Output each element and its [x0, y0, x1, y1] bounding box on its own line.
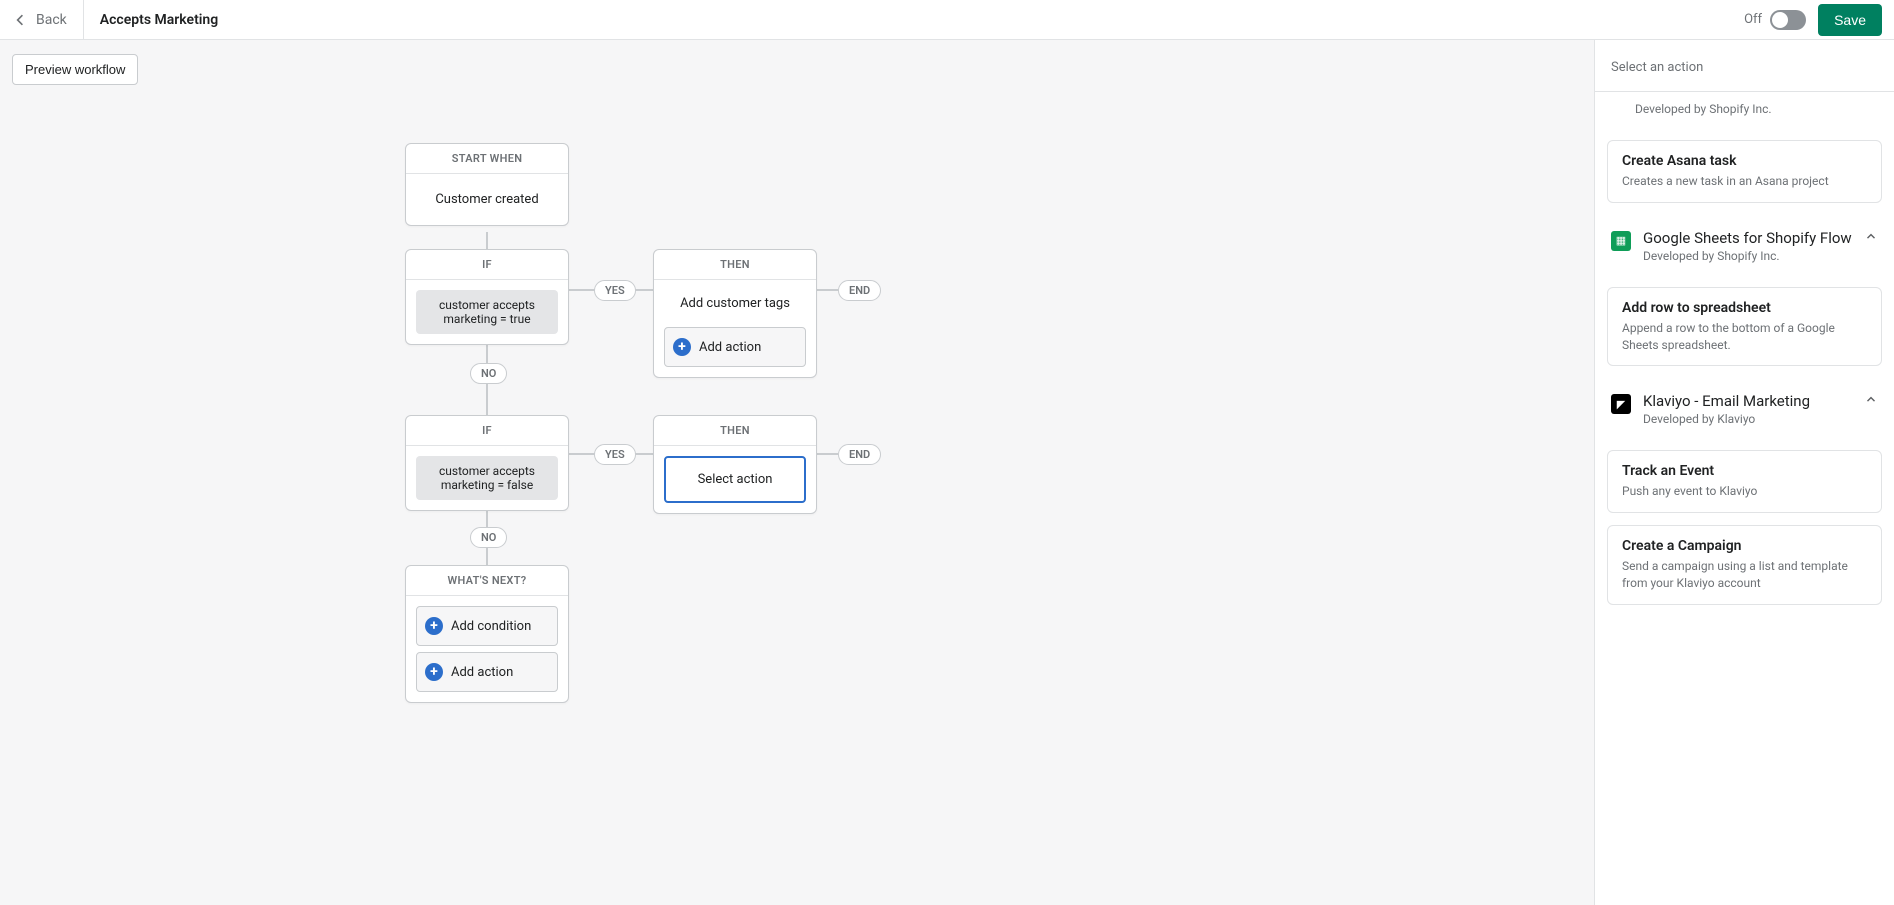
action-card-asana[interactable]: Create Asana task Creates a new task in … — [1607, 140, 1882, 203]
back-label: Back — [36, 12, 67, 28]
then-node-1-body: Add customer tags + Add action — [654, 280, 816, 377]
whats-next-header: WHAT'S NEXT? — [406, 566, 568, 596]
then-node-2[interactable]: THEN Select action — [653, 415, 817, 514]
end-pill-2: END — [838, 444, 881, 465]
sheets-title: Google Sheets for Shopify Flow — [1643, 229, 1852, 247]
action-card-track-event[interactable]: Track an Event Push any event to Klaviyo — [1607, 450, 1882, 513]
klaviyo-group-main: Klaviyo - Email Marketing Developed by K… — [1643, 392, 1852, 426]
add-row-desc: Append a row to the bottom of a Google S… — [1622, 320, 1867, 354]
plus-icon: + — [425, 663, 443, 681]
top-dev-label: Developed by Shopify Inc. — [1595, 92, 1894, 128]
chevron-up-icon — [1864, 392, 1878, 410]
add-action-button-1[interactable]: + Add action — [664, 327, 806, 367]
create-campaign-desc: Send a campaign using a list and templat… — [1622, 558, 1867, 592]
condition-chip-1: customer accepts marketing = true — [416, 290, 558, 334]
group-header-sheets[interactable]: ▦ Google Sheets for Shopify Flow Develop… — [1595, 215, 1894, 275]
then-node-2-body: Select action — [654, 446, 816, 513]
main: Preview workflow START WHEN Customer cre… — [0, 40, 1894, 905]
plus-icon: + — [425, 617, 443, 635]
sheets-sub: Developed by Shopify Inc. — [1643, 249, 1852, 263]
then-node-1[interactable]: THEN Add customer tags + Add action — [653, 249, 817, 378]
arrow-left-icon — [12, 12, 28, 28]
then-node-1-header: THEN — [654, 250, 816, 280]
klaviyo-icon: ◤ — [1611, 394, 1631, 414]
if-node-1[interactable]: IF customer accepts marketing = true — [405, 249, 569, 345]
then-node-1-action: Add customer tags — [664, 290, 806, 321]
top-bar: Back Accepts Marketing Off Save — [0, 0, 1894, 40]
status-toggle-wrap: Off — [1744, 10, 1806, 30]
add-action-label: Add action — [451, 665, 513, 680]
start-node-header: START WHEN — [406, 144, 568, 174]
select-action-button[interactable]: Select action — [664, 456, 806, 503]
add-condition-label: Add condition — [451, 619, 531, 634]
google-sheets-icon: ▦ — [1611, 231, 1631, 251]
back-button[interactable]: Back — [12, 0, 84, 40]
create-campaign-title: Create a Campaign — [1622, 538, 1867, 554]
connector-line — [486, 232, 488, 249]
if-node-1-header: IF — [406, 250, 568, 280]
add-action-label: Add action — [699, 340, 761, 355]
if-node-2-body: customer accepts marketing = false — [406, 446, 568, 510]
add-action-button-2[interactable]: + Add action — [416, 652, 558, 692]
start-node[interactable]: START WHEN Customer created — [405, 143, 569, 226]
if-node-2-header: IF — [406, 416, 568, 446]
track-event-title: Track an Event — [1622, 463, 1867, 479]
status-toggle[interactable] — [1770, 10, 1806, 30]
preview-workflow-button[interactable]: Preview workflow — [12, 54, 138, 85]
track-event-desc: Push any event to Klaviyo — [1622, 483, 1867, 500]
no-pill-2: NO — [470, 527, 507, 548]
whats-next-node[interactable]: WHAT'S NEXT? + Add condition + Add actio… — [405, 565, 569, 703]
page-title: Accepts Marketing — [100, 12, 218, 28]
add-row-title: Add row to spreadsheet — [1622, 300, 1867, 316]
header-right: Off Save — [1744, 4, 1882, 36]
asana-desc: Creates a new task in an Asana project — [1622, 173, 1867, 190]
header-left: Back Accepts Marketing — [12, 0, 218, 40]
asana-title: Create Asana task — [1622, 153, 1867, 169]
action-card-add-row[interactable]: Add row to spreadsheet Append a row to t… — [1607, 287, 1882, 367]
no-pill-1: NO — [470, 363, 507, 384]
sidebar-title: Select an action — [1595, 40, 1894, 92]
end-pill-1: END — [838, 280, 881, 301]
sheets-group-main: Google Sheets for Shopify Flow Developed… — [1643, 229, 1852, 263]
start-node-text: Customer created — [416, 184, 558, 215]
save-button[interactable]: Save — [1818, 4, 1882, 36]
connector-line — [816, 453, 838, 455]
yes-pill-1: YES — [594, 280, 636, 301]
group-header-klaviyo[interactable]: ◤ Klaviyo - Email Marketing Developed by… — [1595, 378, 1894, 438]
chevron-up-icon — [1864, 229, 1878, 247]
whats-next-body: + Add condition + Add action — [406, 596, 568, 702]
condition-chip-2: customer accepts marketing = false — [416, 456, 558, 500]
start-node-body: Customer created — [406, 174, 568, 225]
if-node-1-body: customer accepts marketing = true — [406, 280, 568, 344]
if-node-2[interactable]: IF customer accepts marketing = false — [405, 415, 569, 511]
then-node-2-header: THEN — [654, 416, 816, 446]
connector-line — [816, 289, 838, 291]
klaviyo-title: Klaviyo - Email Marketing — [1643, 392, 1852, 410]
action-sidebar: Select an action Developed by Shopify In… — [1594, 40, 1894, 905]
yes-pill-2: YES — [594, 444, 636, 465]
plus-icon: + — [673, 338, 691, 356]
add-condition-button[interactable]: + Add condition — [416, 606, 558, 646]
action-card-create-campaign[interactable]: Create a Campaign Send a campaign using … — [1607, 525, 1882, 605]
klaviyo-sub: Developed by Klaviyo — [1643, 412, 1852, 426]
flow-canvas[interactable]: Preview workflow START WHEN Customer cre… — [0, 40, 1594, 905]
toggle-label: Off — [1744, 12, 1762, 27]
